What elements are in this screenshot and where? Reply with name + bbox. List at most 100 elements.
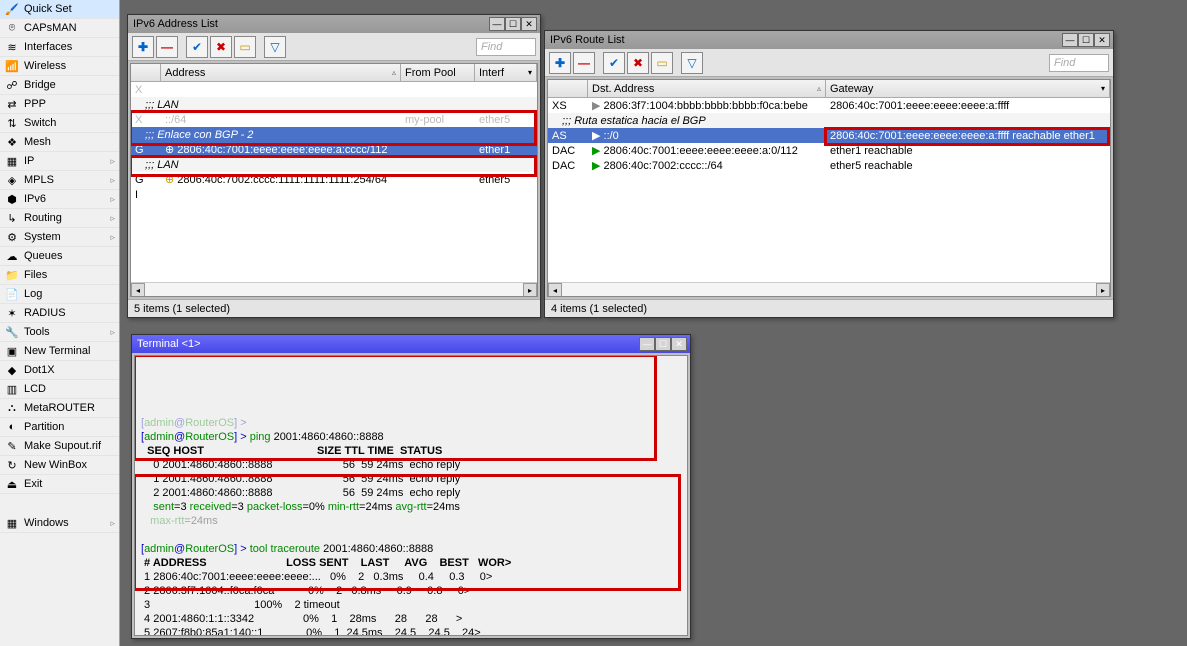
minimize-button[interactable]: — bbox=[489, 17, 505, 31]
menu-label: Exit bbox=[24, 478, 42, 490]
menu-item-ipv6[interactable]: ⬢IPv6▹ bbox=[0, 190, 119, 209]
col-flags[interactable] bbox=[131, 64, 161, 81]
scroll-right-button[interactable]: ▸ bbox=[1096, 283, 1110, 296]
route-row[interactable]: DAC▶ 2806:40c:7002:cccc::/64ether5 reach… bbox=[548, 158, 1110, 173]
window-titlebar[interactable]: IPv6 Address List — ☐ ✕ bbox=[128, 15, 540, 33]
menu-item-radius[interactable]: ✶RADIUS bbox=[0, 304, 119, 323]
address-row[interactable]: G⊕ 2806:40c:7002:cccc:1111:1111:1111:254… bbox=[131, 172, 537, 187]
address-row[interactable]: X::/64my-poolether5 bbox=[131, 112, 537, 127]
list-body[interactable]: X;;; LANX::/64my-poolether5;;; Enlace co… bbox=[131, 82, 537, 296]
flag-cell: DAC bbox=[548, 145, 588, 157]
comment-button[interactable]: ▭ bbox=[651, 52, 673, 74]
menu-label: LCD bbox=[24, 383, 46, 395]
scroll-left-button[interactable]: ◂ bbox=[131, 283, 145, 296]
menu-item-ip[interactable]: ▦IP▹ bbox=[0, 152, 119, 171]
enable-button[interactable]: ✔ bbox=[186, 36, 208, 58]
menu-item-queues[interactable]: ☁Queues bbox=[0, 247, 119, 266]
comment-row[interactable]: ;;; LAN bbox=[131, 157, 537, 172]
terminal-line: SEQ HOST SIZE TTL TIME STATUS bbox=[141, 444, 681, 458]
menu-item-wireless[interactable]: 📶Wireless bbox=[0, 57, 119, 76]
maximize-button[interactable]: ☐ bbox=[1078, 33, 1094, 47]
menu-item-new-terminal[interactable]: ▣New Terminal bbox=[0, 342, 119, 361]
menu-item-switch[interactable]: ⇅Switch bbox=[0, 114, 119, 133]
address-row[interactable]: I bbox=[131, 187, 537, 202]
menu-label: Queues bbox=[24, 250, 63, 262]
add-button[interactable]: ✚ bbox=[549, 52, 571, 74]
menu-item-bridge[interactable]: ☍Bridge bbox=[0, 76, 119, 95]
address-row[interactable]: G⊕ 2806:40c:7001:eeee:eeee:eeee:a:cccc/1… bbox=[131, 142, 537, 157]
menu-icon: ⌾ bbox=[4, 20, 20, 36]
close-button[interactable]: ✕ bbox=[671, 337, 687, 351]
filter-button[interactable]: ▽ bbox=[681, 52, 703, 74]
find-input[interactable]: Find bbox=[476, 38, 536, 56]
minimize-button[interactable]: — bbox=[1062, 33, 1078, 47]
scrollbar[interactable]: ◂ ▸ bbox=[548, 282, 1110, 296]
maximize-button[interactable]: ☐ bbox=[655, 337, 671, 351]
address-row[interactable]: X bbox=[131, 82, 537, 97]
col-dst-address[interactable]: Dst. Address▵ bbox=[588, 80, 826, 97]
menu-item-exit[interactable]: ⏏Exit bbox=[0, 475, 119, 494]
menu-item-make-supout-rif[interactable]: ✎Make Supout.rif bbox=[0, 437, 119, 456]
scrollbar[interactable]: ◂ ▸ bbox=[131, 282, 537, 296]
scroll-right-button[interactable]: ▸ bbox=[523, 283, 537, 296]
remove-button[interactable]: — bbox=[156, 36, 178, 58]
find-input[interactable]: Find bbox=[1049, 54, 1109, 72]
address-icon: ⊕ bbox=[165, 174, 177, 186]
disable-button[interactable]: ✖ bbox=[210, 36, 232, 58]
add-button[interactable]: ✚ bbox=[132, 36, 154, 58]
menu-item-partition[interactable]: ◐Partition bbox=[0, 418, 119, 437]
menu-item-interfaces[interactable]: ≋Interfaces bbox=[0, 38, 119, 57]
menu-item-windows[interactable]: ▦Windows▹ bbox=[0, 514, 119, 533]
col-interface[interactable]: Interf▾ bbox=[475, 64, 537, 81]
menu-item-files[interactable]: 📁Files bbox=[0, 266, 119, 285]
menu-icon: ↻ bbox=[4, 457, 20, 473]
menu-item-ppp[interactable]: ⇄PPP bbox=[0, 95, 119, 114]
menu-item-routing[interactable]: ↳Routing▹ bbox=[0, 209, 119, 228]
scroll-left-button[interactable]: ◂ bbox=[548, 283, 562, 296]
menu-icon: ⇅ bbox=[4, 115, 20, 131]
menu-item-metarouter[interactable]: ⛬MetaROUTER bbox=[0, 399, 119, 418]
col-from-pool[interactable]: From Pool bbox=[401, 64, 475, 81]
menu-item-capsman[interactable]: ⌾ CAPsMAN bbox=[0, 19, 119, 38]
menu-item-lcd[interactable]: ▥LCD bbox=[0, 380, 119, 399]
comment-row[interactable]: ;;; Ruta estatica hacia el BGP bbox=[548, 113, 1110, 128]
main-menu: 🖌️Quick Set⌾ CAPsMAN ≋Interfaces📶Wireless☍… bbox=[0, 0, 120, 646]
comment-text: ;;; LAN bbox=[131, 159, 183, 171]
menu-item-tools[interactable]: 🔧Tools▹ bbox=[0, 323, 119, 342]
menu-item-new-winbox[interactable]: ↻New WinBox bbox=[0, 456, 119, 475]
minimize-button[interactable]: — bbox=[639, 337, 655, 351]
comment-row[interactable]: ;;; LAN bbox=[131, 97, 537, 112]
menu-icon: ⚙ bbox=[4, 229, 20, 245]
maximize-button[interactable]: ☐ bbox=[505, 17, 521, 31]
menu-item-log[interactable]: 📄Log bbox=[0, 285, 119, 304]
comment-row[interactable]: ;;; Enlace con BGP - 2 bbox=[131, 127, 537, 142]
col-gateway[interactable]: Gateway▾ bbox=[826, 80, 1110, 97]
filter-button[interactable]: ▽ bbox=[264, 36, 286, 58]
col-address[interactable]: Address▵ bbox=[161, 64, 401, 81]
window-titlebar[interactable]: Terminal <1> — ☐ ✕ bbox=[132, 335, 690, 353]
list-body[interactable]: XS▶ 2806:3f7:1004:bbbb:bbbb:bbbb:f0ca:be… bbox=[548, 98, 1110, 296]
close-button[interactable]: ✕ bbox=[1094, 33, 1110, 47]
toolbar: ✚ — ✔ ✖ ▭ ▽ Find bbox=[545, 49, 1113, 77]
disable-button[interactable]: ✖ bbox=[627, 52, 649, 74]
close-button[interactable]: ✕ bbox=[521, 17, 537, 31]
terminal-line: [admin@RouterOS] > bbox=[141, 416, 681, 430]
remove-button[interactable]: — bbox=[573, 52, 595, 74]
menu-item-system[interactable]: ⚙System▹ bbox=[0, 228, 119, 247]
menu-item-mesh[interactable]: ❖Mesh bbox=[0, 133, 119, 152]
menu-label: CAPsMAN bbox=[24, 22, 77, 34]
menu-icon: ▦ bbox=[4, 153, 20, 169]
comment-button[interactable]: ▭ bbox=[234, 36, 256, 58]
route-row[interactable]: DAC▶ 2806:40c:7001:eeee:eeee:eeee:a:0/11… bbox=[548, 143, 1110, 158]
menu-item-quick-set[interactable]: 🖌️Quick Set bbox=[0, 0, 119, 19]
menu-item-dot1x[interactable]: ◆Dot1X bbox=[0, 361, 119, 380]
route-icon: ▶ bbox=[592, 160, 604, 172]
window-titlebar[interactable]: IPv6 Route List — ☐ ✕ bbox=[545, 31, 1113, 49]
col-flags[interactable] bbox=[548, 80, 588, 97]
menu-item-mpls[interactable]: ◈MPLS▹ bbox=[0, 171, 119, 190]
route-row[interactable]: AS▶ ::/02806:40c:7001:eeee:eeee:eeee:a:f… bbox=[548, 128, 1110, 143]
terminal-output[interactable]: [admin@RouterOS] > [admin@RouterOS] > pi… bbox=[134, 355, 688, 636]
menu-label: Make Supout.rif bbox=[24, 440, 101, 452]
route-row[interactable]: XS▶ 2806:3f7:1004:bbbb:bbbb:bbbb:f0ca:be… bbox=[548, 98, 1110, 113]
enable-button[interactable]: ✔ bbox=[603, 52, 625, 74]
